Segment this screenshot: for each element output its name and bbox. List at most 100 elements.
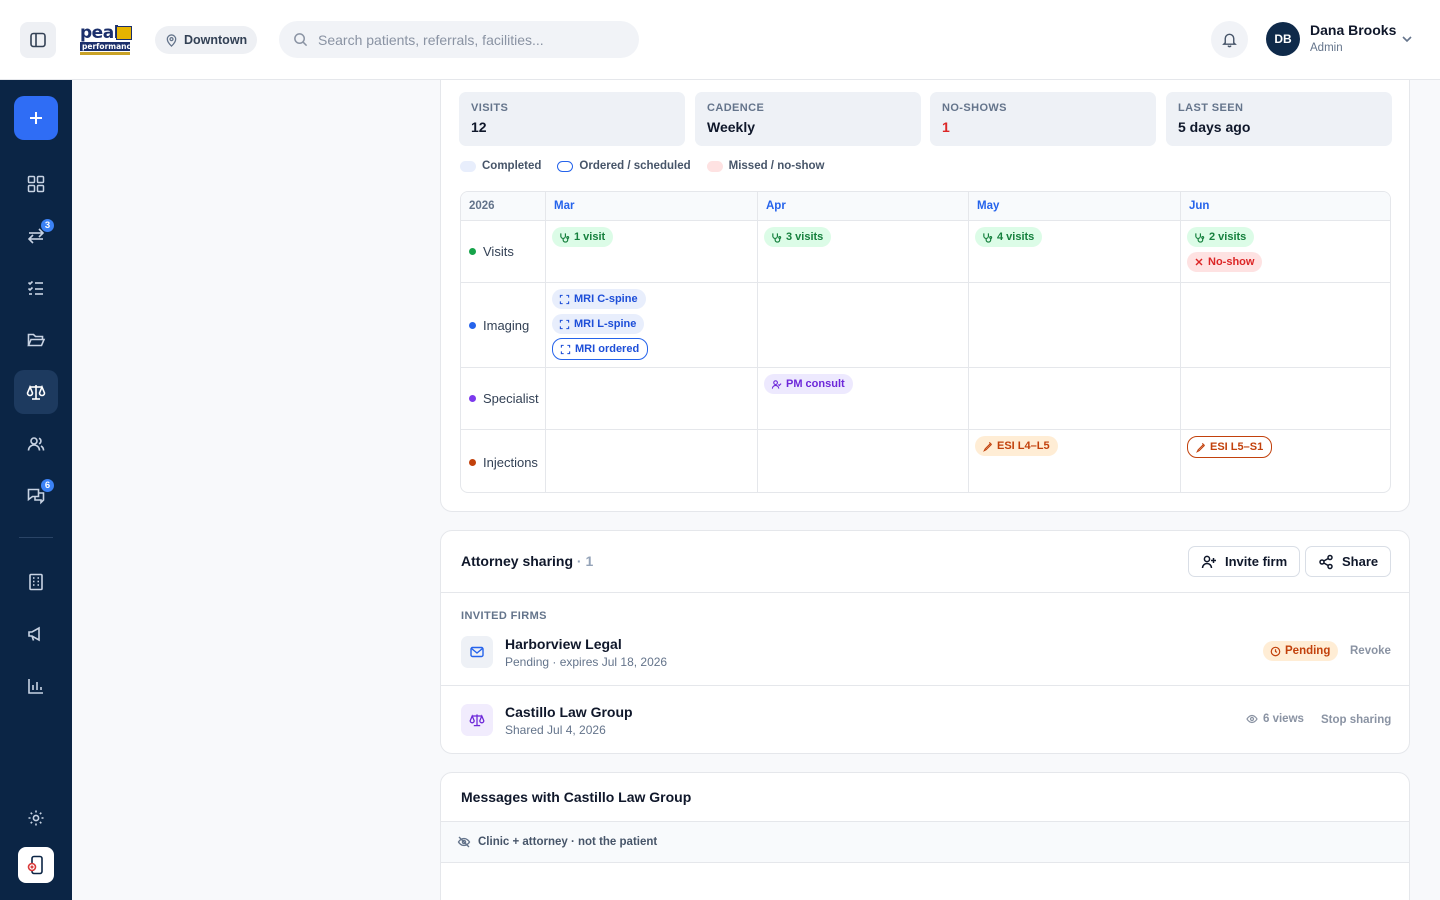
section-title: Attorney sharing [461,553,574,569]
scan-icon [559,319,570,329]
stat-value: 1 [942,119,950,135]
grid-cell [1181,368,1390,430]
checklist-icon [27,280,43,295]
button-label: Share [1342,554,1379,569]
bar-chart-icon [28,679,43,694]
views-label: 6 views [1263,713,1304,725]
gear-icon [28,810,44,826]
invite-firm-button[interactable]: Invite firm [1188,546,1301,577]
divider [441,592,1409,593]
sidebar-item-documents[interactable] [14,318,58,362]
logo-stripe [80,52,130,55]
stop-sharing-link[interactable]: Stop sharing [1321,714,1391,726]
user-check-icon [771,379,782,389]
stat-label: LAST SEEN [1178,102,1244,114]
visit-chip[interactable]: 4 visits [975,227,1043,247]
revoke-link[interactable]: Revoke [1350,645,1391,657]
sidebar-item-marketing[interactable] [14,612,58,656]
timeline-year: 2026 [461,192,546,221]
chip-label: MRI C-spine [574,293,638,305]
imaging-ordered-chip[interactable]: MRI ordered [552,338,649,360]
chip-label: ESI L4–L5 [997,440,1050,452]
legend-label: Completed [482,160,542,172]
sidebar-item-messages[interactable]: 6 [14,474,58,518]
sidebar-add-button[interactable] [14,96,58,140]
sidebar-item-referrals[interactable]: 3 [14,214,58,258]
grid-cell [758,283,969,368]
specialist-dot [469,395,476,402]
legend-item-completed: Completed [460,160,541,172]
syringe-icon [983,441,993,452]
timeline-grid: 2026 Mar Apr May Jun Visits Imaging Spec… [460,191,1391,493]
legend-swatch [557,160,574,172]
search-input[interactable] [318,31,618,48]
grid-cell [1181,283,1390,368]
building-icon [29,573,43,591]
attorney-sharing-card: Attorney sharing · 1 Invite firm Share I… [440,530,1410,754]
stat-value: 12 [471,119,487,135]
visit-chip[interactable]: 1 visit [552,227,614,247]
folder-open-icon [27,333,46,347]
stat-value: 5 days ago [1178,119,1251,135]
sidebar-item-reports[interactable] [14,664,58,708]
stat-visits: VISITS 12 [459,92,685,146]
megaphone-icon [28,626,40,642]
chip-label: MRI ordered [575,343,640,355]
sidebar-toggle-button[interactable] [20,22,56,58]
specialist-chip[interactable]: PM consult [764,374,853,394]
notifications-button[interactable] [1211,21,1248,58]
sidebar-item-tasks[interactable] [14,266,58,310]
grid-cell [969,283,1181,368]
legend-label: Missed / no-show [728,160,825,172]
row-label-text: Visits [483,244,514,259]
scan-icon [559,294,570,304]
user-avatar[interactable]: DB [1266,22,1300,56]
stat-no-shows: NO-SHOWS 1 [930,92,1156,146]
sidebar-item-facilities[interactable] [14,560,58,604]
row-label-imaging: Imaging [461,283,546,368]
global-search[interactable] [279,21,639,58]
user-role: Admin [1310,42,1343,54]
search-icon [294,33,308,47]
chip-label: 1 visit [574,231,606,243]
no-show-chip[interactable]: No-show [1187,252,1263,272]
row-label-text: Imaging [483,317,530,333]
firm-count: · 1 [576,553,594,569]
sidebar-item-settings[interactable] [14,796,58,840]
grid-cell [546,430,758,492]
month-header-mar: Mar [546,192,758,221]
user-name[interactable]: Dana Brooks [1310,22,1396,38]
firm-icon [461,636,493,668]
visit-chip[interactable]: 2 visits [1187,227,1255,247]
sidebar-toggle-icon [30,32,46,48]
app-switcher-button[interactable] [18,847,54,883]
month-header-apr: Apr [758,192,969,221]
injection-scheduled-chip[interactable]: ESI L5–S1 [1187,436,1273,458]
injection-chip[interactable]: ESI L4–L5 [975,436,1058,456]
legend-item-missed: Missed / no-show [706,160,825,172]
firm-name: Castillo Law Group [505,704,633,720]
chip-label: 4 visits [997,231,1035,243]
location-selector[interactable]: Downtown [155,26,258,54]
share-button[interactable]: Share [1305,546,1392,577]
sidebar-item-patients[interactable] [14,422,58,466]
sidebar-item-dashboard[interactable] [14,162,58,206]
button-label: Invite firm [1225,554,1288,569]
chevron-down-icon[interactable] [1400,32,1414,46]
firm-meta: Shared Jul 4, 2026 [505,723,606,737]
row-label-text: Injections [483,454,538,470]
visit-chip[interactable]: 3 visits [764,227,832,247]
chip-label: No-show [1208,256,1255,268]
logo-subtitle: performance [80,42,137,51]
top-bar: peak performance Downtown DB Dana Brooks… [0,0,1440,80]
clinic-logo[interactable]: peak performance [80,25,137,56]
user-plus-icon [1201,555,1216,568]
location-label: Downtown [184,33,248,47]
imaging-chip[interactable]: MRI L-spine [552,314,645,334]
imaging-chip[interactable]: MRI C-spine [552,289,646,309]
chip-label: PM consult [786,378,845,390]
logo-flag-icon [116,26,132,40]
dashboard-icon [27,175,45,193]
month-header-may: May [969,192,1181,221]
sidebar-item-legal[interactable] [14,370,58,414]
